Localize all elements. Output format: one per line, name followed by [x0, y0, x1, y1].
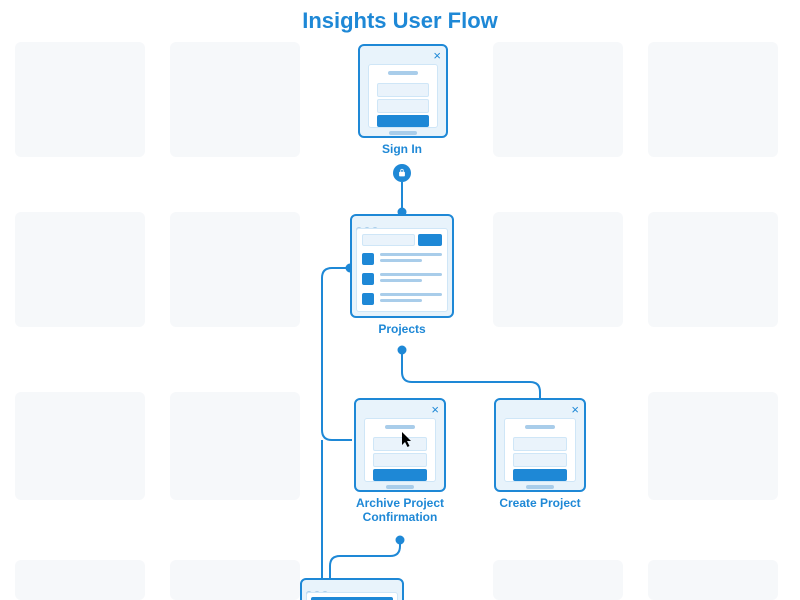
node-projects-label: Projects [322, 322, 482, 336]
node-sign-in-label: Sign In [322, 142, 482, 156]
close-icon: × [431, 403, 439, 416]
node-partial-bottom[interactable] [300, 578, 404, 600]
node-create-label: Create Project [460, 496, 620, 510]
close-icon: × [571, 403, 579, 416]
diagram-title: Insights User Flow [0, 8, 800, 34]
node-sign-in[interactable]: × [358, 44, 448, 138]
node-archive-label: Archive Project Confirmation [320, 496, 480, 524]
lock-icon [393, 164, 411, 182]
node-create[interactable]: × [494, 398, 586, 492]
mouse-cursor-icon [402, 432, 414, 448]
node-archive[interactable]: × [354, 398, 446, 492]
node-projects[interactable] [350, 214, 454, 318]
flow-canvas[interactable]: Insights User Flow × Sign In Projects × [0, 0, 800, 600]
close-icon: × [433, 49, 441, 62]
